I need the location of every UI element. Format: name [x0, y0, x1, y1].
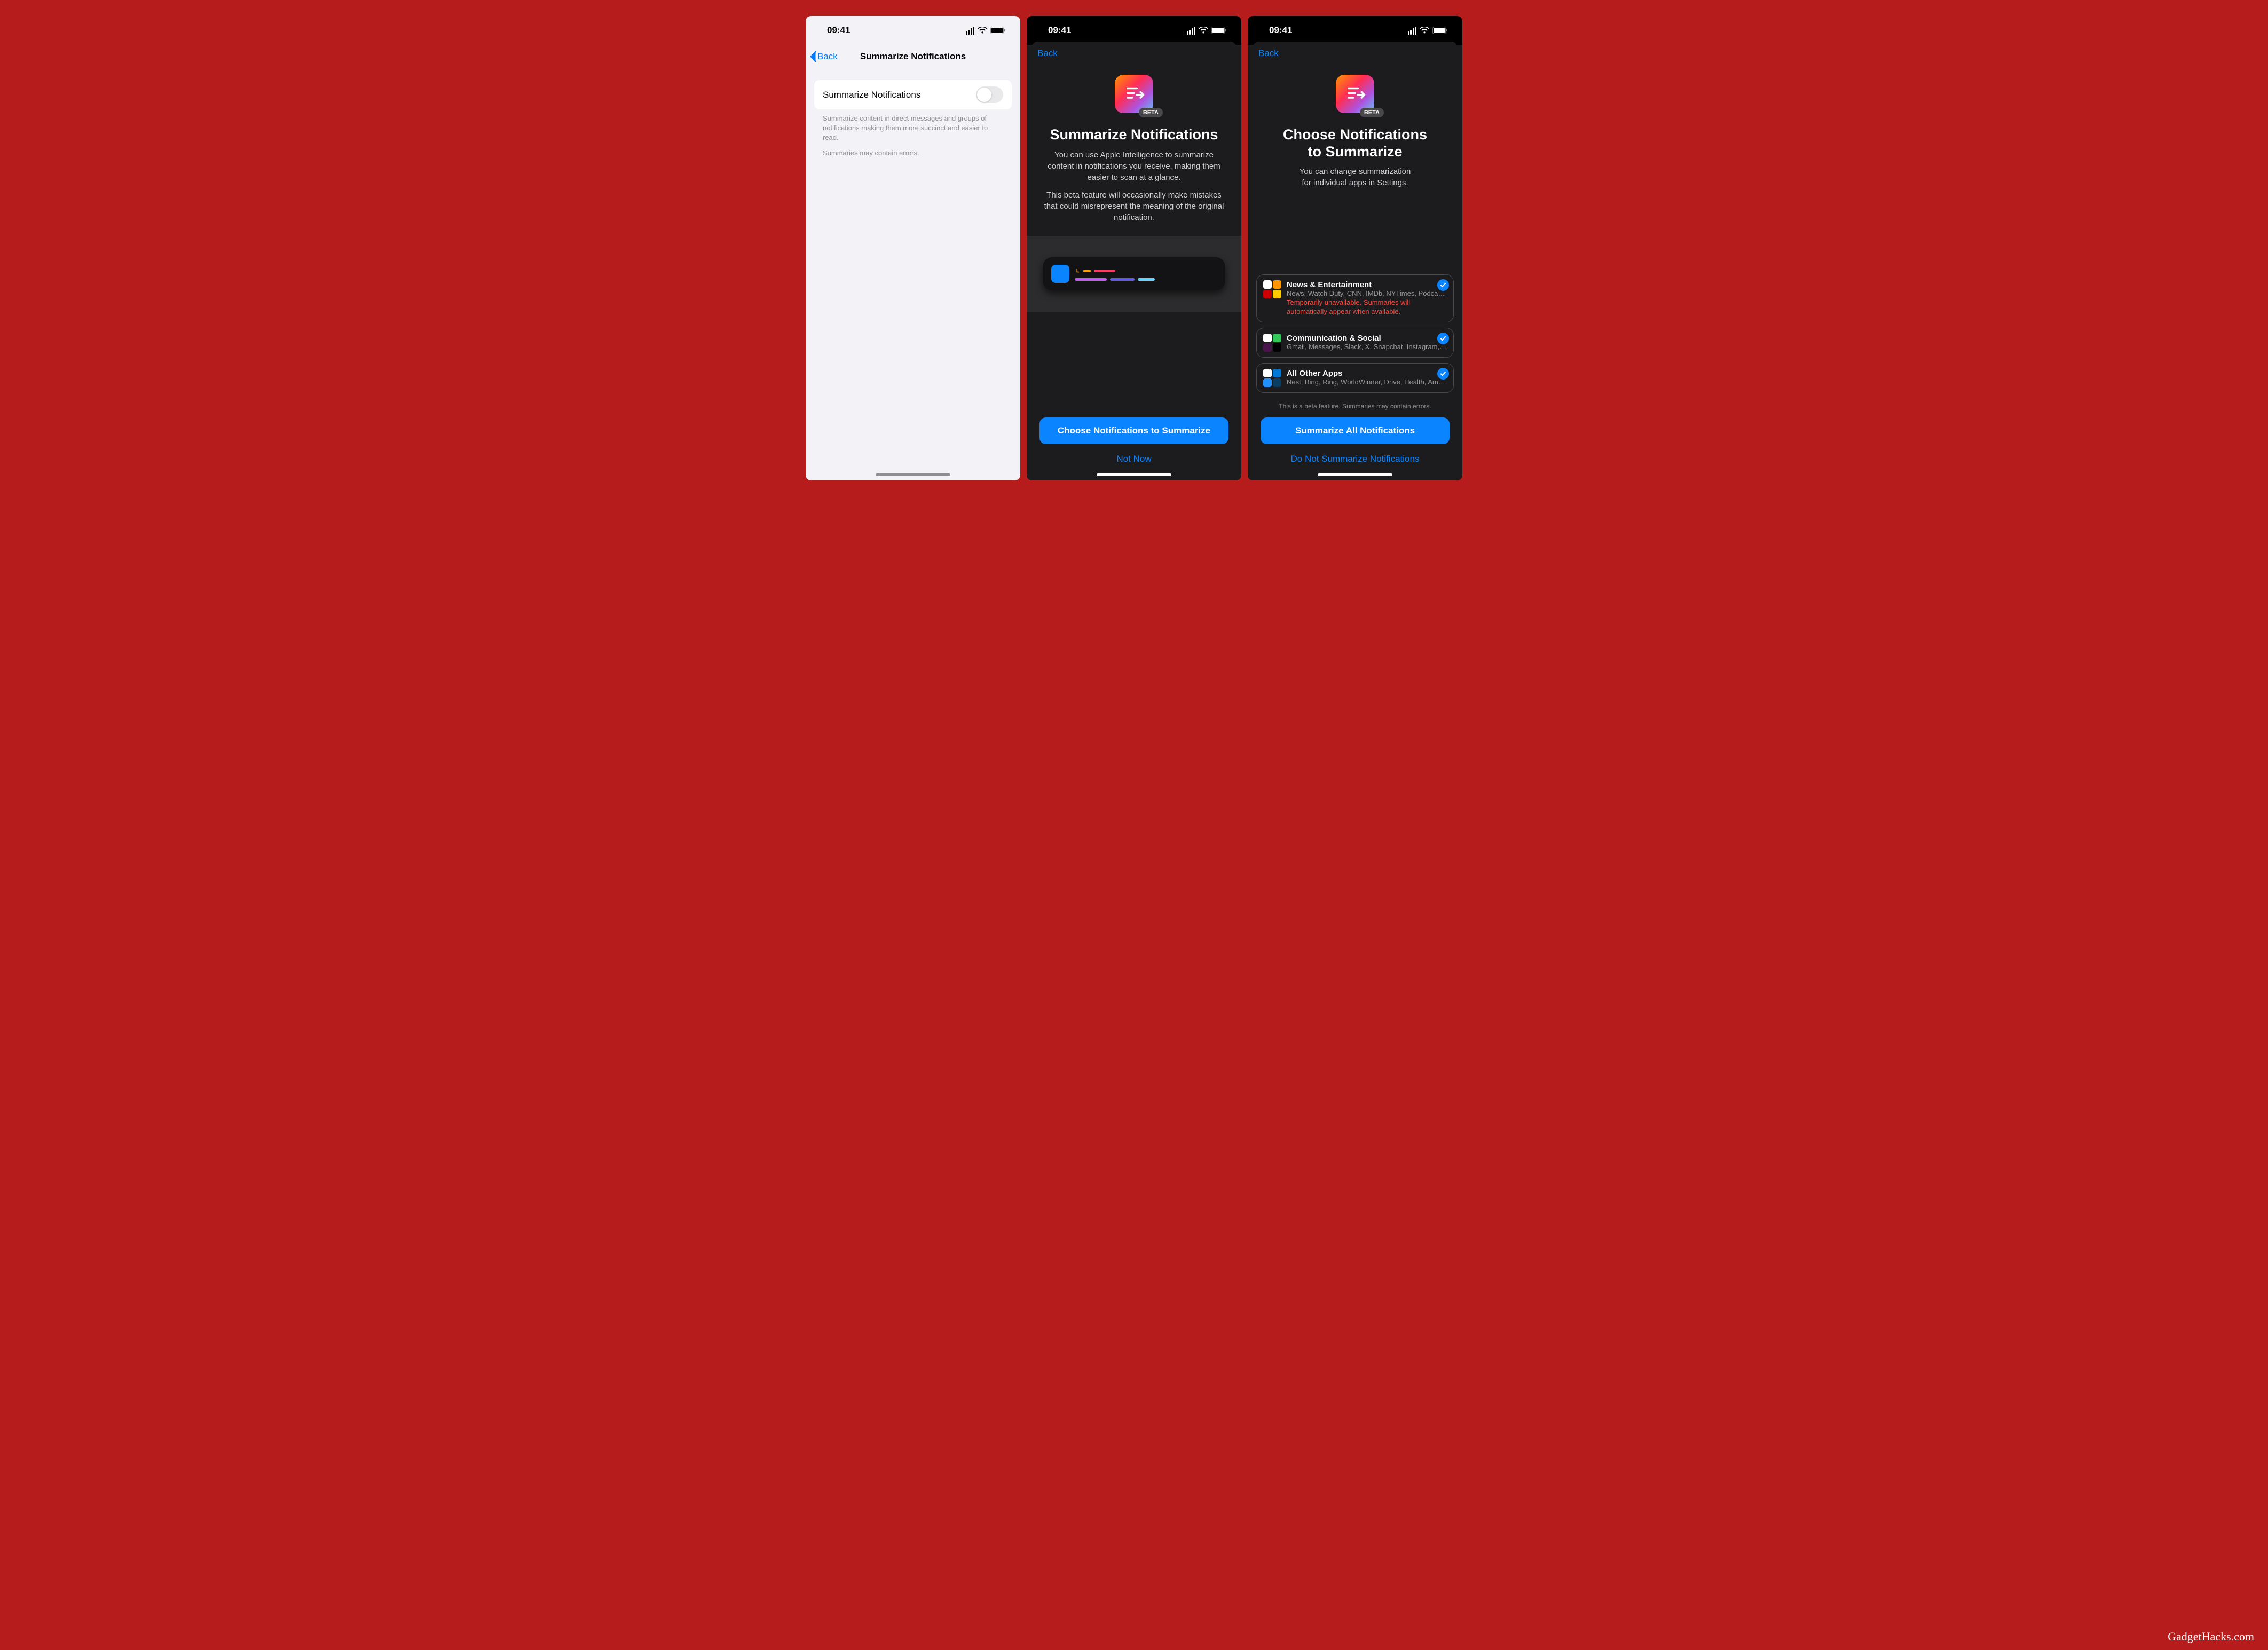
category-warning: Temporarily unavailable. Summaries will … — [1287, 298, 1447, 317]
summarize-app-icon: BETA — [1336, 75, 1374, 113]
nav-bar: Back Summarize Notifications — [806, 45, 1020, 68]
toggle-switch[interactable] — [976, 86, 1003, 103]
category-list: News & Entertainment News, Watch Duty, C… — [1248, 268, 1462, 393]
app-mini-icon — [1273, 343, 1281, 352]
summary-glyph-mini-icon: ↳ — [1075, 267, 1080, 275]
status-bar: 09:41 — [1248, 16, 1462, 45]
screen-settings: 09:41 Back Summarize Notifications Summa… — [806, 16, 1020, 480]
battery-icon — [990, 27, 1005, 34]
status-icons — [966, 27, 1006, 35]
settings-group: Summarize Notifications Summarize conten… — [814, 80, 1012, 158]
status-bar: 09:41 — [1027, 16, 1241, 45]
beta-badge: BETA — [1139, 108, 1163, 117]
back-label: Back — [817, 51, 838, 62]
do-not-summarize-link[interactable]: Do Not Summarize Notifications — [1261, 454, 1450, 464]
wifi-icon — [1199, 27, 1208, 34]
footer-text-1: Summarize content in direct messages and… — [814, 109, 1012, 143]
category-title: All Other Apps — [1287, 369, 1447, 378]
toggle-label: Summarize Notifications — [823, 90, 920, 100]
category-subtitle: News, Watch Duty, CNN, IMDb, NYTimes, Po… — [1287, 289, 1447, 297]
wifi-icon — [978, 27, 987, 34]
status-time: 09:41 — [1269, 25, 1292, 36]
footer-text-2: Summaries may contain errors. — [814, 143, 1012, 158]
category-subtitle: Gmail, Messages, Slack, X, Snapchat, Ins… — [1287, 343, 1447, 351]
intro-paragraph-2: This beta feature will occasionally make… — [1043, 190, 1225, 223]
status-icons — [1187, 27, 1227, 35]
back-button[interactable]: Back — [1248, 45, 1462, 59]
summarize-app-icon: BETA — [1115, 75, 1153, 113]
app-mini-icon — [1263, 290, 1272, 298]
back-label: Back — [1037, 48, 1058, 58]
choose-title: Choose Notifications to Summarize — [1283, 126, 1427, 161]
app-mini-icon — [1273, 369, 1281, 377]
cellular-icon — [966, 27, 975, 35]
app-mini-icon — [1263, 343, 1272, 352]
app-mini-icon — [1263, 334, 1272, 342]
cellular-icon — [1187, 27, 1196, 35]
battery-icon — [1211, 27, 1226, 34]
category-app-icons — [1263, 369, 1281, 387]
home-indicator — [876, 473, 950, 476]
status-time: 09:41 — [1048, 25, 1071, 36]
cellular-icon — [1408, 27, 1417, 35]
notification-preview: ↳ — [1043, 257, 1225, 290]
chevron-left-icon — [810, 51, 816, 62]
notification-preview-area: ↳ — [1027, 236, 1241, 312]
home-indicator — [1318, 473, 1392, 476]
choose-subtitle: You can change summarization for individ… — [1300, 166, 1411, 188]
app-mini-icon — [1273, 334, 1281, 342]
status-time: 09:41 — [827, 25, 850, 36]
app-mini-icon — [1273, 290, 1281, 298]
app-mini-icon — [1273, 378, 1281, 387]
checkmark-icon[interactable] — [1437, 368, 1449, 380]
preview-app-icon — [1051, 265, 1069, 283]
wifi-icon — [1420, 27, 1429, 34]
back-label: Back — [1258, 48, 1279, 58]
summarize-toggle-row[interactable]: Summarize Notifications — [814, 80, 1012, 109]
screen-choose: 09:41 Back — [1248, 16, 1462, 480]
summary-glyph-icon — [1123, 83, 1145, 105]
app-mini-icon — [1263, 280, 1272, 289]
category-row[interactable]: News & Entertainment News, Watch Duty, C… — [1256, 274, 1454, 322]
watermark: GadgetHacks.com — [2168, 1630, 2254, 1644]
screen-intro: 09:41 Back — [1027, 16, 1241, 480]
page-title: Summarize Notifications — [860, 51, 966, 62]
checkmark-icon[interactable] — [1437, 279, 1449, 291]
summarize-all-button[interactable]: Summarize All Notifications — [1261, 417, 1450, 444]
intro-title: Summarize Notifications — [1050, 126, 1218, 143]
category-subtitle: Nest, Bing, Ring, WorldWinner, Drive, He… — [1287, 378, 1447, 386]
app-mini-icon — [1263, 378, 1272, 387]
category-row[interactable]: All Other Apps Nest, Bing, Ring, WorldWi… — [1256, 363, 1454, 393]
intro-paragraph-1: You can use Apple Intelligence to summar… — [1043, 149, 1225, 183]
back-button[interactable]: Back — [810, 51, 838, 62]
category-title: News & Entertainment — [1287, 280, 1447, 289]
choose-notifications-button[interactable]: Choose Notifications to Summarize — [1040, 417, 1228, 444]
category-app-icons — [1263, 280, 1281, 298]
app-mini-icon — [1263, 369, 1272, 377]
status-bar: 09:41 — [806, 16, 1020, 45]
not-now-link[interactable]: Not Now — [1040, 454, 1228, 464]
app-mini-icon — [1273, 280, 1281, 289]
battery-icon — [1432, 27, 1447, 34]
category-app-icons — [1263, 334, 1281, 352]
home-indicator — [1097, 473, 1171, 476]
back-button[interactable]: Back — [1027, 45, 1241, 59]
beta-badge: BETA — [1360, 108, 1384, 117]
checkmark-icon[interactable] — [1437, 333, 1449, 344]
beta-disclaimer: This is a beta feature. Summaries may co… — [1261, 402, 1450, 410]
status-icons — [1408, 27, 1448, 35]
category-row[interactable]: Communication & Social Gmail, Messages, … — [1256, 328, 1454, 358]
summary-glyph-icon — [1344, 83, 1366, 105]
category-title: Communication & Social — [1287, 334, 1447, 343]
